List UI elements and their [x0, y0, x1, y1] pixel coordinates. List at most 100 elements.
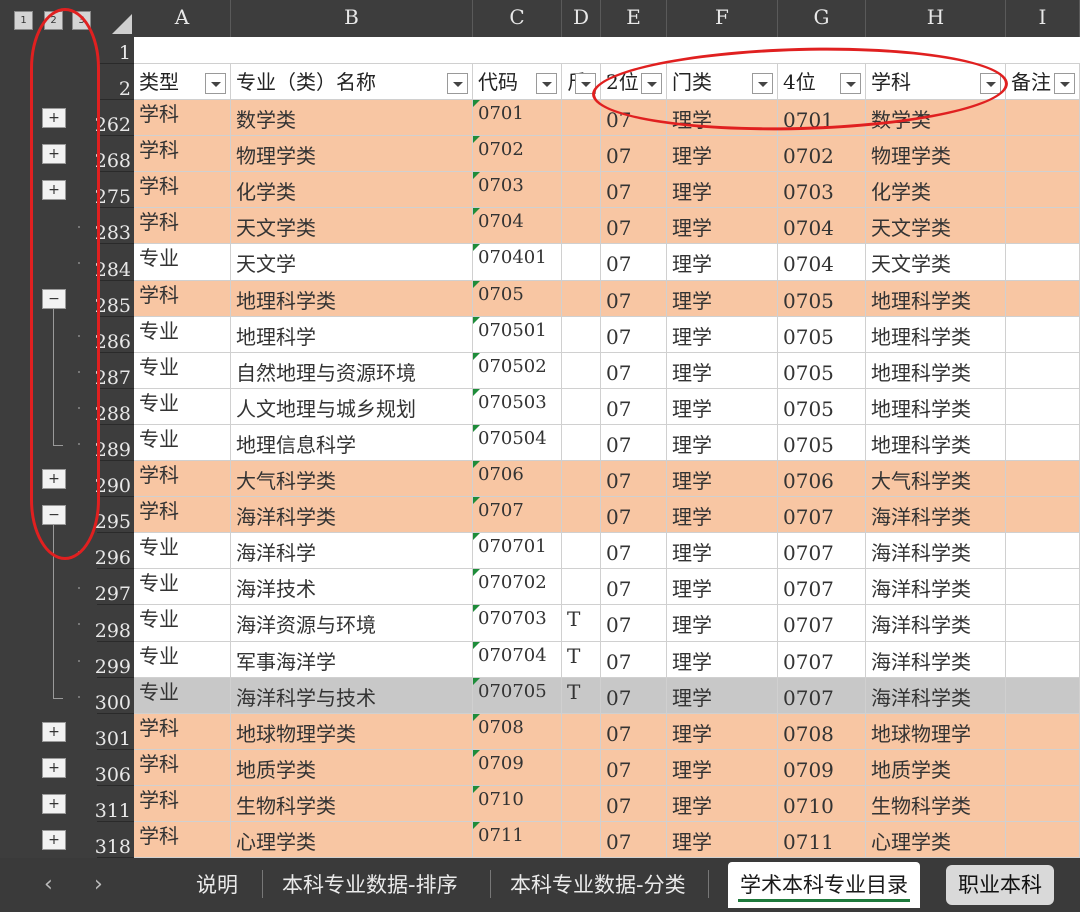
digit4-cell[interactable]: 0702	[778, 136, 866, 172]
row-header[interactable]: 296	[95, 533, 134, 569]
discipline-cell[interactable]: 地球物理学	[866, 714, 1006, 750]
digit4-cell[interactable]: 0705	[778, 425, 866, 461]
discipline-cell[interactable]: 地质学类	[866, 750, 1006, 786]
digit2-cell[interactable]: 07	[601, 569, 667, 605]
flag-cell[interactable]: T	[562, 678, 601, 714]
name-cell[interactable]: 化学类	[231, 172, 473, 208]
category-cell[interactable]: 理学	[667, 244, 778, 281]
category-cell[interactable]: 理学	[667, 605, 778, 642]
type-cell[interactable]: 专业	[134, 244, 231, 281]
note-cell[interactable]	[1006, 678, 1080, 714]
flag-cell[interactable]	[562, 389, 601, 425]
digit4-cell[interactable]: 0707	[778, 642, 866, 678]
category-cell[interactable]: 理学	[667, 317, 778, 353]
digit2-cell[interactable]: 07	[601, 244, 667, 281]
row-header[interactable]: 288	[95, 389, 134, 425]
digit2-cell[interactable]: 07	[601, 822, 667, 858]
code-cell[interactable]: 0703	[473, 172, 562, 208]
type-cell[interactable]: 学科	[134, 208, 231, 244]
discipline-cell[interactable]: 天文学类	[866, 208, 1006, 244]
category-cell[interactable]: 理学	[667, 281, 778, 317]
row-header[interactable]: 297	[95, 569, 134, 605]
type-cell[interactable]: 学科	[134, 497, 231, 533]
note-cell[interactable]	[1006, 461, 1080, 497]
flag-cell[interactable]	[562, 497, 601, 533]
discipline-cell[interactable]: 天文学类	[866, 244, 1006, 281]
row-header[interactable]: 298	[95, 605, 134, 642]
category-cell[interactable]: 理学	[667, 642, 778, 678]
column-header-g[interactable]: G	[778, 0, 866, 37]
digit4-cell[interactable]: 0710	[778, 786, 866, 822]
category-cell[interactable]: 理学	[667, 533, 778, 569]
type-cell[interactable]: 专业	[134, 605, 231, 642]
name-cell[interactable]: 数学类	[231, 100, 473, 136]
name-cell[interactable]: 军事海洋学	[231, 642, 473, 678]
digit4-cell[interactable]: 0707	[778, 569, 866, 605]
digit4-cell[interactable]: 0707	[778, 497, 866, 533]
name-cell[interactable]: 海洋科学	[231, 533, 473, 569]
category-cell[interactable]: 理学	[667, 353, 778, 389]
discipline-cell[interactable]: 生物科学类	[866, 786, 1006, 822]
discipline-cell[interactable]: 海洋科学类	[866, 569, 1006, 605]
header-cell-note[interactable]: 备注	[1006, 64, 1080, 100]
digit2-cell[interactable]: 07	[601, 497, 667, 533]
type-cell[interactable]: 专业	[134, 389, 231, 425]
name-cell[interactable]: 天文学类	[231, 208, 473, 244]
type-cell[interactable]: 专业	[134, 317, 231, 353]
code-cell[interactable]: 0709	[473, 750, 562, 786]
digit2-cell[interactable]: 07	[601, 136, 667, 172]
digit4-cell[interactable]: 0705	[778, 353, 866, 389]
digit2-cell[interactable]: 07	[601, 317, 667, 353]
note-cell[interactable]	[1006, 822, 1080, 858]
digit4-cell[interactable]: 0704	[778, 208, 866, 244]
digit2-cell[interactable]: 07	[601, 750, 667, 786]
flag-cell[interactable]	[562, 786, 601, 822]
type-cell[interactable]: 专业	[134, 353, 231, 389]
tab-next-icon[interactable]: ›	[94, 862, 103, 908]
note-cell[interactable]	[1006, 100, 1080, 136]
note-cell[interactable]	[1006, 605, 1080, 642]
expand-group-button[interactable]: +	[42, 722, 66, 742]
tab-academic-catalog[interactable]: 学术本科专业目录	[728, 862, 920, 908]
digit2-cell[interactable]: 07	[601, 605, 667, 642]
note-cell[interactable]	[1006, 244, 1080, 281]
row-header[interactable]: 289	[95, 425, 134, 461]
type-cell[interactable]: 学科	[134, 822, 231, 858]
row-header[interactable]: 290	[95, 461, 134, 497]
flag-cell[interactable]	[562, 172, 601, 208]
type-cell[interactable]: 专业	[134, 569, 231, 605]
code-cell[interactable]: 0706	[473, 461, 562, 497]
note-cell[interactable]	[1006, 642, 1080, 678]
column-header-e[interactable]: E	[601, 0, 667, 37]
name-cell[interactable]: 生物科学类	[231, 786, 473, 822]
digit4-cell[interactable]: 0707	[778, 605, 866, 642]
note-cell[interactable]	[1006, 533, 1080, 569]
discipline-cell[interactable]: 地理科学类	[866, 317, 1006, 353]
code-cell[interactable]: 0710	[473, 786, 562, 822]
flag-cell[interactable]	[562, 533, 601, 569]
type-cell[interactable]: 专业	[134, 642, 231, 678]
category-cell[interactable]: 理学	[667, 786, 778, 822]
category-cell[interactable]: 理学	[667, 822, 778, 858]
code-cell[interactable]: 0707	[473, 497, 562, 533]
code-cell[interactable]: 0702	[473, 136, 562, 172]
discipline-cell[interactable]: 物理学类	[866, 136, 1006, 172]
type-cell[interactable]: 学科	[134, 750, 231, 786]
note-cell[interactable]	[1006, 136, 1080, 172]
digit4-cell[interactable]: 0707	[778, 533, 866, 569]
row-header[interactable]: 300	[95, 678, 134, 714]
row-header[interactable]: 299	[95, 642, 134, 678]
row-header[interactable]: 285	[95, 281, 134, 317]
digit2-cell[interactable]: 07	[601, 425, 667, 461]
digit2-cell[interactable]: 07	[601, 714, 667, 750]
note-cell[interactable]	[1006, 750, 1080, 786]
name-cell[interactable]: 大气科学类	[231, 461, 473, 497]
code-cell[interactable]: 070705	[473, 678, 562, 714]
flag-cell[interactable]: T	[562, 642, 601, 678]
column-header-f[interactable]: F	[667, 0, 778, 37]
flag-cell[interactable]	[562, 317, 601, 353]
name-cell[interactable]: 海洋科学类	[231, 497, 473, 533]
category-cell[interactable]: 理学	[667, 569, 778, 605]
category-cell[interactable]: 理学	[667, 136, 778, 172]
expand-group-button[interactable]: +	[42, 758, 66, 778]
